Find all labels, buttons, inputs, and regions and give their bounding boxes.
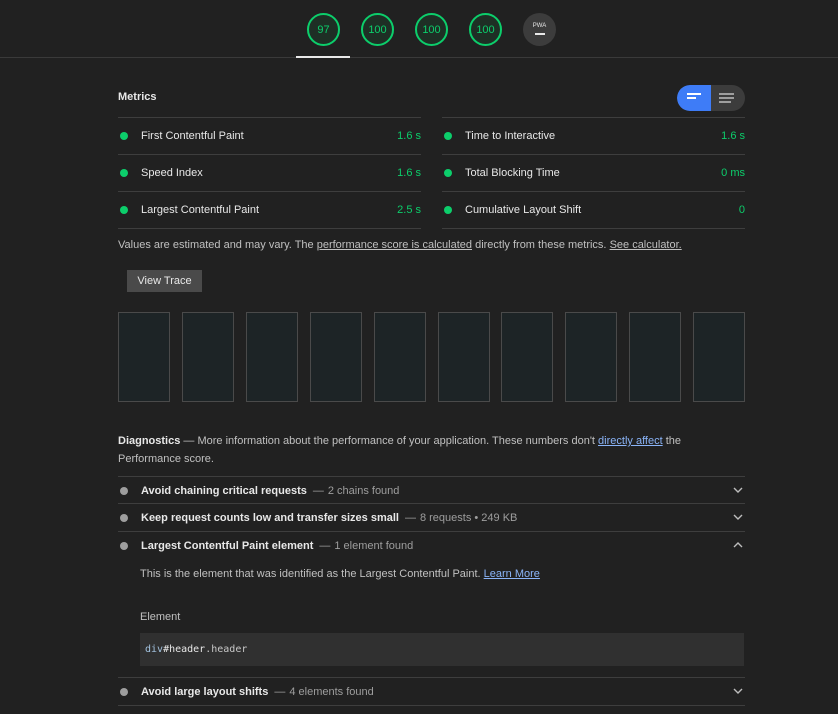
element-column-header: Element [140, 611, 181, 623]
metric-value: 1.6 s [397, 167, 421, 179]
diagnostics-description: Diagnostics — More information about the… [118, 432, 718, 468]
pass-dot-icon [444, 132, 452, 140]
metric-largest-contentful-paint: Largest Contentful Paint 2.5 s [118, 192, 421, 229]
diagnostics-text: — More information about the performance… [180, 435, 599, 447]
metric-value: 0 ms [721, 167, 745, 179]
audit-title: Avoid large layout shifts [141, 685, 269, 698]
learn-more-link[interactable]: Learn More [484, 568, 540, 580]
audit-layout-shifts[interactable]: Avoid large layout shifts — 4 elements f… [118, 677, 745, 705]
filmstrip-frame [501, 312, 553, 402]
audit-title: Largest Contentful Paint element [141, 539, 314, 552]
metric-label: Speed Index [141, 167, 203, 179]
audit-separator: — [274, 685, 286, 698]
audit-title: Avoid chaining critical requests [141, 484, 307, 497]
expanded-lines-icon[interactable] [719, 93, 734, 105]
pwa-dash-icon [534, 32, 545, 35]
score-calculated-link[interactable]: performance score is calculated [317, 239, 472, 251]
lcp-element-snippet[interactable]: div #header .header [140, 633, 744, 666]
metric-cumulative-layout-shift: Cumulative Layout Shift 0 [442, 192, 745, 229]
chevron-down-icon[interactable] [733, 485, 743, 495]
audit-display-value: 8 requests • 249 KB [419, 511, 518, 524]
chevron-down-icon[interactable] [733, 512, 743, 522]
metric-label: Total Blocking Time [465, 167, 560, 179]
compact-lines-icon [687, 93, 701, 101]
active-tab-indicator [296, 56, 350, 58]
code-class: .header [205, 644, 248, 655]
audit-separator: — [404, 511, 416, 524]
see-calculator-link[interactable]: See calculator. [610, 239, 682, 251]
compact-view-button[interactable] [677, 85, 711, 111]
audit-bottom-border [118, 705, 745, 706]
filmstrip-frame [693, 312, 745, 402]
lcp-description-text: This is the element that was identified … [140, 568, 484, 580]
metric-speed-index: Speed Index 1.6 s [118, 155, 421, 192]
accessibility-gauge[interactable]: 100 [361, 13, 394, 46]
code-id: #header [163, 644, 206, 655]
audit-resource-summary[interactable]: Keep request counts low and transfer siz… [118, 503, 745, 531]
pass-dot-icon [120, 206, 128, 214]
code-tag: div [145, 644, 164, 655]
note-text: Values are estimated and may vary. The [118, 239, 317, 251]
informative-dot-icon [120, 513, 128, 522]
informative-dot-icon [120, 541, 128, 550]
metric-time-to-interactive: Time to Interactive 1.6 s [442, 118, 745, 155]
filmstrip-frame [629, 312, 681, 402]
performance-gauge[interactable]: 97 [307, 13, 340, 46]
filmstrip-frame [438, 312, 490, 402]
metric-label: First Contentful Paint [141, 130, 244, 142]
score-header: 97 100 100 100 PWA [0, 0, 838, 58]
metric-value: 1.6 s [397, 130, 421, 142]
metric-value: 0 [738, 204, 745, 216]
diagnostics-title: Diagnostics [118, 435, 181, 447]
audit-display-value: 2 chains found [327, 484, 400, 497]
chevron-up-icon[interactable] [733, 540, 743, 550]
metrics-note: Values are estimated and may vary. The p… [118, 239, 682, 251]
metrics-title: Metrics [118, 91, 157, 103]
filmstrip-frame [374, 312, 426, 402]
chevron-down-icon[interactable] [733, 686, 743, 696]
metric-total-blocking-time: Total Blocking Time 0 ms [442, 155, 745, 192]
filmstrip-frame [182, 312, 234, 402]
pass-dot-icon [120, 169, 128, 177]
pass-dot-icon [444, 169, 452, 177]
audit-display-value: 1 element found [334, 539, 414, 552]
audit-title: Keep request counts low and transfer siz… [141, 511, 399, 524]
filmstrip-frame [310, 312, 362, 402]
informative-dot-icon [120, 486, 128, 495]
seo-gauge[interactable]: 100 [469, 13, 502, 46]
note-text: directly from these metrics. [472, 239, 610, 251]
pwa-label: PWA [532, 22, 547, 29]
audit-display-value: 4 elements found [289, 685, 374, 698]
metrics-view-toggle[interactable] [677, 85, 745, 111]
directly-affect-link[interactable]: directly affect [598, 435, 663, 447]
metric-first-contentful-paint: First Contentful Paint 1.6 s [118, 118, 421, 155]
best-practices-gauge[interactable]: 100 [415, 13, 448, 46]
lcp-description: This is the element that was identified … [140, 568, 540, 580]
informative-dot-icon [120, 687, 128, 696]
audit-lcp-element[interactable]: Largest Contentful Paint element — 1 ele… [118, 531, 745, 559]
metric-value: 1.6 s [721, 130, 745, 142]
pwa-gauge[interactable]: PWA [523, 13, 556, 46]
pass-dot-icon [120, 132, 128, 140]
filmstrip-frame [246, 312, 298, 402]
audit-separator: — [312, 484, 324, 497]
audit-separator: — [319, 539, 331, 552]
metric-label: Time to Interactive [465, 130, 556, 142]
filmstrip-frame [565, 312, 617, 402]
view-trace-button[interactable]: View Trace [127, 270, 202, 292]
audit-critical-request-chains[interactable]: Avoid chaining critical requests — 2 cha… [118, 476, 745, 504]
pass-dot-icon [444, 206, 452, 214]
metric-label: Largest Contentful Paint [141, 204, 260, 216]
metric-label: Cumulative Layout Shift [465, 204, 582, 216]
metric-value: 2.5 s [397, 204, 421, 216]
filmstrip-frame [118, 312, 170, 402]
